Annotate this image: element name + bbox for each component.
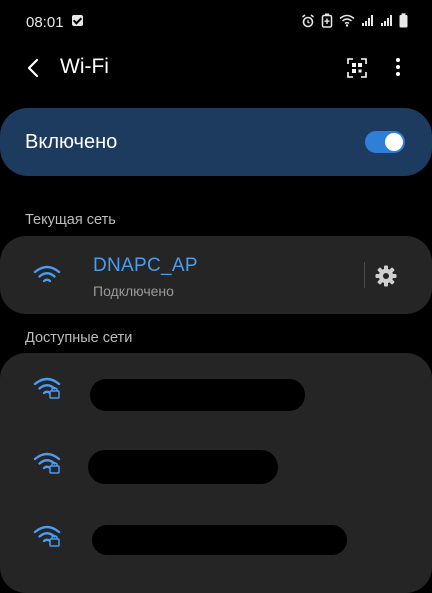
signal-icon xyxy=(381,15,392,26)
wifi-master-switch-label: Включено xyxy=(25,131,118,153)
battery-saver-icon xyxy=(321,13,333,28)
status-icons xyxy=(301,13,408,28)
toggle-knob xyxy=(385,133,403,151)
available-networks-section-title: Доступные сети xyxy=(25,330,133,346)
wifi-toggle[interactable] xyxy=(365,131,405,153)
back-button[interactable] xyxy=(20,54,48,82)
divider xyxy=(364,262,365,288)
redacted-network-name xyxy=(92,525,347,555)
check-notification-icon xyxy=(72,15,83,26)
current-network-section-title: Текущая сеть xyxy=(25,212,116,228)
redacted-network-name xyxy=(88,450,278,484)
status-time: 08:01 xyxy=(26,14,64,31)
more-vert-icon xyxy=(396,58,400,76)
current-network-name: DNAPC_AP xyxy=(93,255,198,276)
back-arrow-icon xyxy=(27,58,39,78)
current-network-status: Подключено xyxy=(93,283,174,299)
alarm-icon xyxy=(302,13,314,27)
qr-scan-icon xyxy=(347,58,367,78)
gear-icon xyxy=(375,265,397,287)
wifi-secured-icon xyxy=(33,525,61,547)
wifi-secured-icon xyxy=(33,452,61,474)
page-title: Wi-Fi xyxy=(60,55,109,78)
wifi-secured-icon xyxy=(33,377,61,399)
network-list-item[interactable] xyxy=(0,450,432,520)
network-list-item[interactable] xyxy=(0,523,432,593)
redacted-network-name xyxy=(90,379,305,411)
network-list-item[interactable] xyxy=(0,375,432,445)
battery-icon xyxy=(399,13,408,28)
qr-scan-button[interactable] xyxy=(344,55,370,81)
wifi-status-icon xyxy=(339,14,355,27)
network-settings-button[interactable] xyxy=(374,264,398,288)
signal-icon xyxy=(362,15,373,26)
more-options-button[interactable] xyxy=(386,55,410,81)
wifi-connected-icon xyxy=(33,265,61,283)
current-network-card[interactable] xyxy=(0,236,432,314)
